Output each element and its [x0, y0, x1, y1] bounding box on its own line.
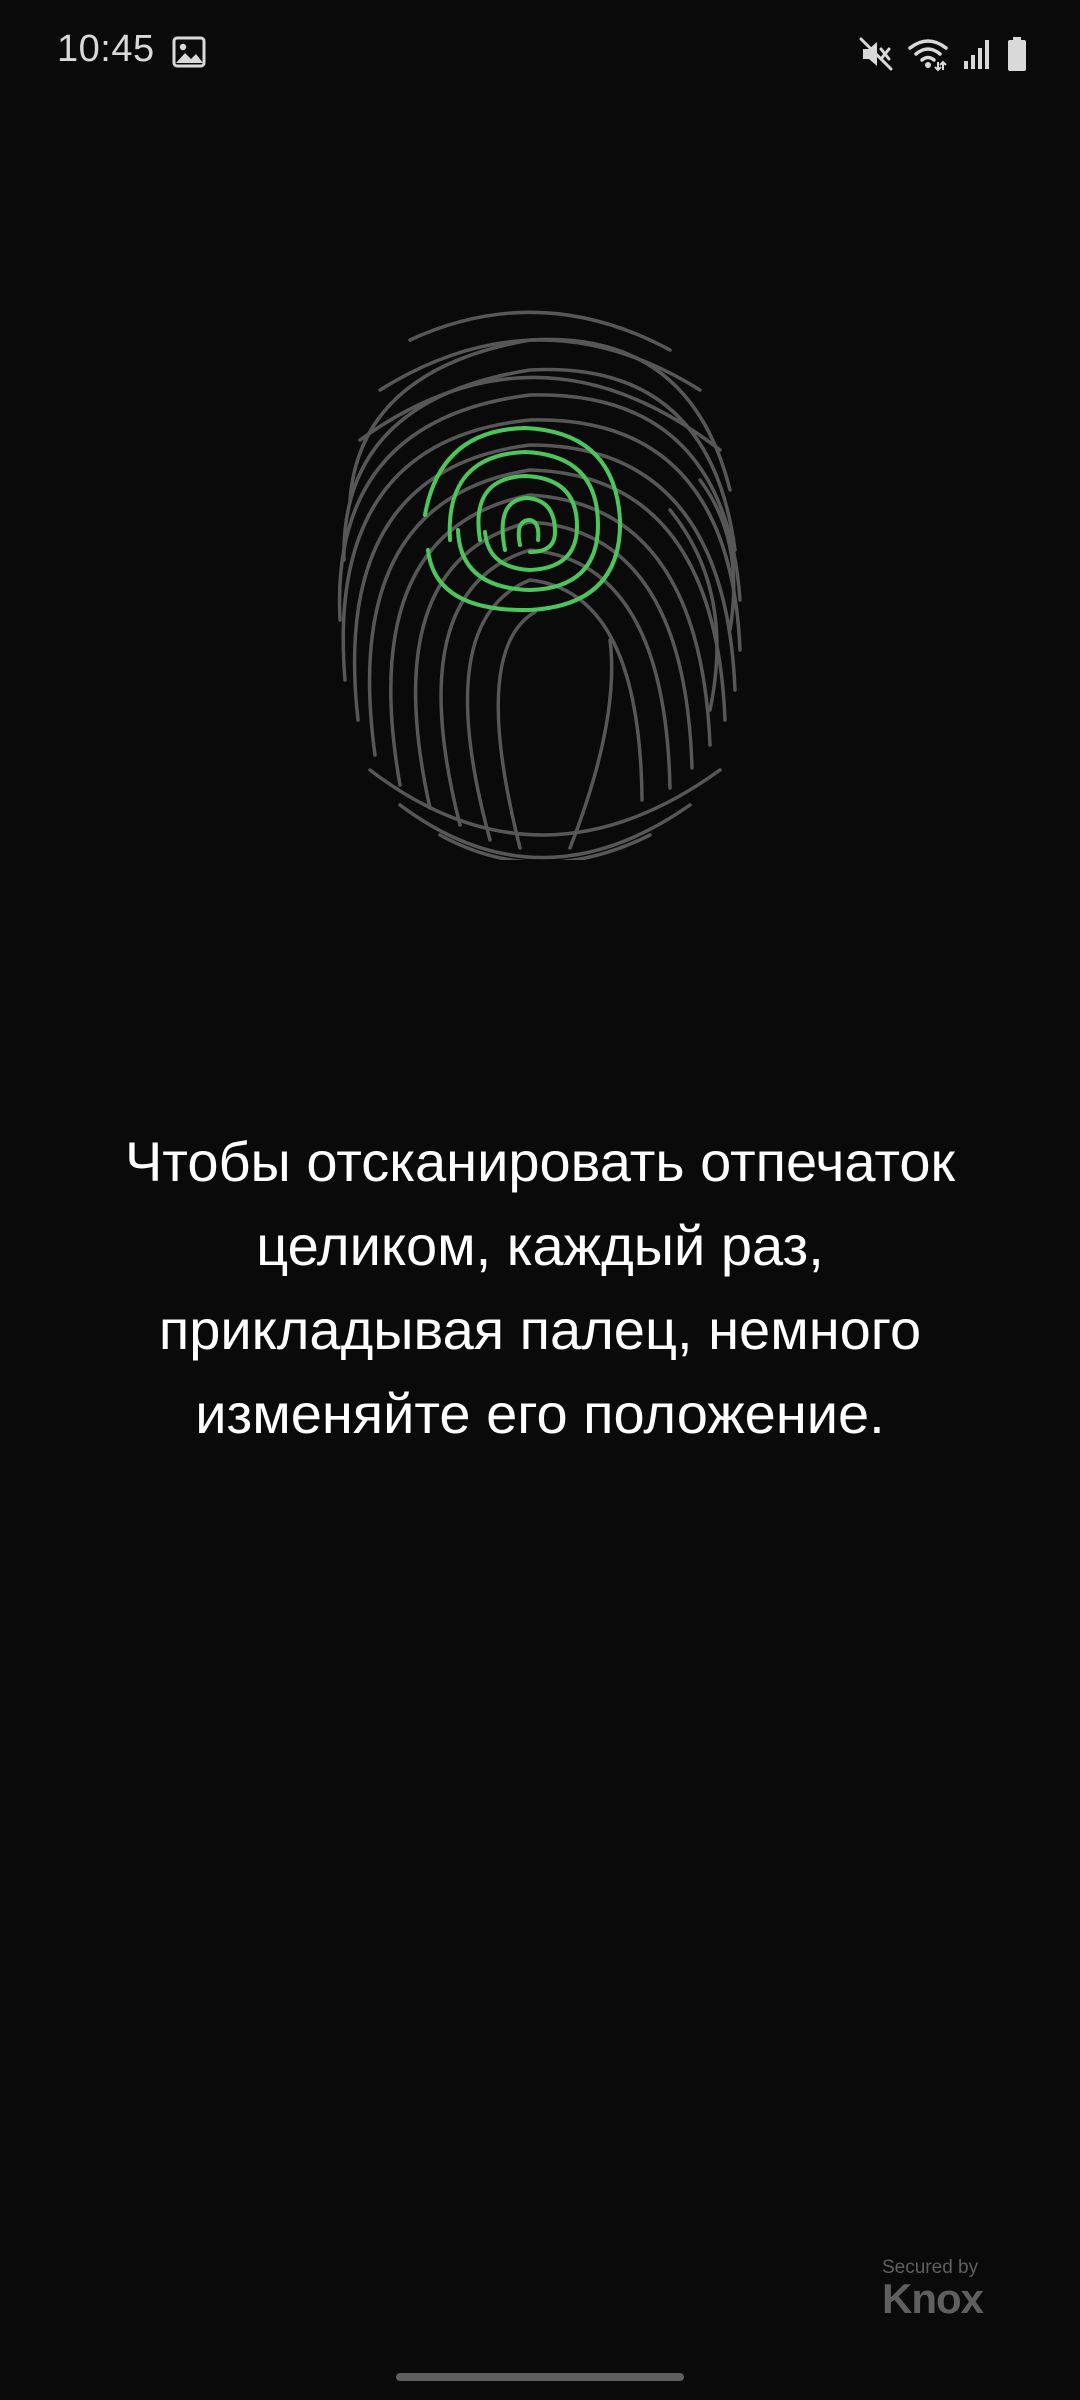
battery-icon [1008, 37, 1026, 71]
gallery-icon [172, 36, 206, 68]
instruction-text: Чтобы отсканировать отпечаток целиком, к… [124, 1130, 956, 1445]
status-bar: 10:45 [0, 0, 1080, 110]
knox-badge: Secured by Knox [882, 2257, 1012, 2322]
gesture-nav-handle[interactable] [396, 2373, 684, 2381]
fingerprint-enrollment-screen: 10:45 Чтобы отсканировать отпечаток цели… [0, 0, 1080, 2400]
knox-logo: Knox [882, 2275, 984, 2322]
status-icons [858, 34, 1028, 74]
wifi-icon [908, 39, 948, 72]
signal-icon [964, 40, 989, 69]
vibrate-mute-icon [859, 37, 893, 71]
fingerprint-icon [337, 310, 742, 860]
status-time: 10:45 [57, 28, 155, 70]
